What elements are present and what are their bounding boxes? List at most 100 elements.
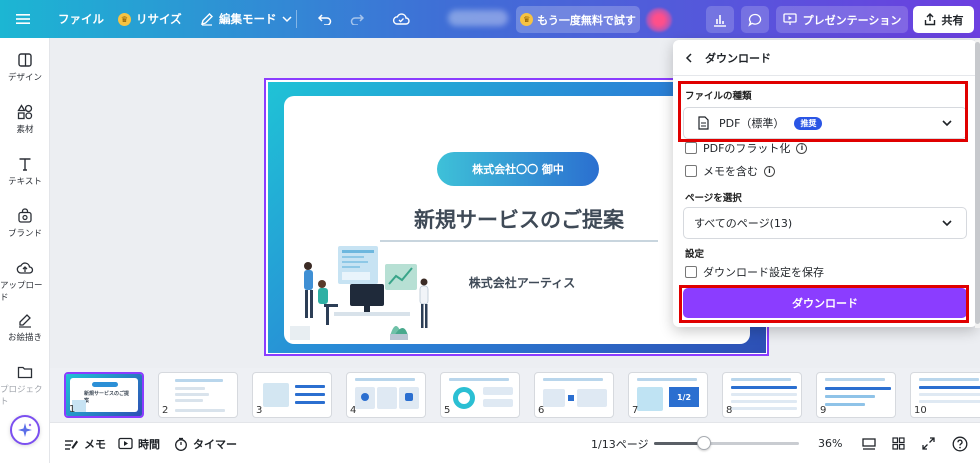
sidebar-item-elements[interactable]: 素材: [0, 104, 50, 135]
back-arrow-icon[interactable]: [685, 53, 693, 63]
sidebar-item-brand[interactable]: ブランド: [0, 208, 50, 239]
file-menu-label: ファイル: [58, 12, 104, 26]
include-notes-option[interactable]: メモを含む i: [685, 163, 775, 179]
text-icon: [19, 158, 31, 171]
page-counter[interactable]: 1/13ページ: [591, 423, 648, 463]
resize-label: リサイズ: [136, 12, 182, 26]
undo-button[interactable]: [318, 0, 332, 38]
page-number: 9: [820, 405, 827, 416]
toolbar-divider: [296, 10, 297, 28]
flatten-pdf-checkbox[interactable]: [685, 142, 697, 154]
page-thumbnail[interactable]: 4: [346, 372, 426, 418]
design-icon: [18, 53, 32, 67]
page-thumbnails: 新規サービスのご提案 1 2 3 4 5 6 1/2 7 8 9 10: [50, 368, 980, 422]
sidebar-item-upload[interactable]: アップロード: [0, 260, 50, 303]
page-number: 4: [350, 405, 357, 416]
cloud-save-icon[interactable]: [392, 0, 410, 38]
fullscreen-button[interactable]: [922, 423, 935, 463]
slide-presenter[interactable]: 株式会社アーティス: [442, 274, 602, 291]
page-thumbnail[interactable]: 3: [252, 372, 332, 418]
page-thumbnail[interactable]: 9: [816, 372, 896, 418]
page-view-button[interactable]: [862, 423, 876, 463]
insights-button[interactable]: [706, 6, 734, 33]
slide-company-label[interactable]: 株式会社〇〇 御中: [437, 152, 599, 186]
expand-icon: [922, 437, 935, 450]
help-icon: [952, 436, 968, 451]
crown-icon: ♛: [520, 13, 534, 26]
present-button[interactable]: プレゼンテーション: [776, 6, 908, 33]
select-pages-label: ページを選択: [685, 193, 742, 204]
sparkle-icon: [18, 423, 32, 437]
chevron-down-icon: [942, 119, 952, 126]
sidebar-item-text[interactable]: テキスト: [0, 156, 50, 187]
page-number: 7: [632, 405, 639, 416]
redo-button[interactable]: [350, 0, 364, 38]
sidebar-item-draw[interactable]: お絵描き: [0, 312, 50, 343]
avatar[interactable]: [646, 8, 672, 32]
comment-icon: [748, 13, 762, 27]
flatten-pdf-option[interactable]: PDFのフラット化 i: [685, 140, 808, 156]
sidebar-item-label: デザイン: [7, 73, 42, 83]
download-panel: ダウンロード ファイルの種類 PDF（標準） 推奨 PDFのフラット化 i メモ…: [673, 40, 977, 327]
pages-select[interactable]: すべてのページ(13): [683, 207, 967, 239]
sidebar-item-label: 素材: [16, 125, 34, 135]
draw-icon: [19, 314, 31, 328]
chevron-down-icon: [281, 16, 292, 23]
info-icon[interactable]: i: [796, 142, 808, 154]
recommended-badge: 推奨: [794, 116, 823, 130]
business-illustration[interactable]: [290, 246, 440, 341]
sidebar-item-label: アップロード: [0, 281, 43, 303]
sidebar-item-design[interactable]: デザイン: [0, 52, 50, 83]
notes-icon: [65, 439, 78, 450]
page-thumbnail[interactable]: 10: [910, 372, 980, 418]
notes-label: メモ: [84, 437, 106, 451]
brand-icon: [18, 208, 32, 223]
save-settings-checkbox[interactable]: [685, 266, 697, 278]
undo-icon: [318, 14, 332, 25]
page-thumbnail[interactable]: 8: [722, 372, 802, 418]
top-toolbar: ファイル ♛ リサイズ 編集モード ♛ もう一度無料で試す プレゼンテーション …: [0, 0, 980, 38]
page-thumbnail[interactable]: 1/2 7: [628, 372, 708, 418]
trial-button[interactable]: ♛ もう一度無料で試す: [516, 6, 640, 33]
grid-icon: [892, 437, 905, 450]
duration-button[interactable]: 時間: [118, 423, 160, 463]
document-icon: [698, 116, 709, 130]
panel-header: ダウンロード: [685, 50, 771, 66]
edit-mode-label: 編集モード: [219, 12, 277, 26]
present-label: プレゼンテーション: [802, 13, 902, 27]
page-thumbnail[interactable]: 5: [440, 372, 520, 418]
elements-icon: [17, 104, 33, 120]
include-notes-checkbox[interactable]: [685, 165, 697, 177]
menu-icon[interactable]: [16, 0, 30, 38]
timer-button[interactable]: タイマー: [174, 423, 237, 463]
page-thumbnail[interactable]: 2: [158, 372, 238, 418]
crown-icon: ♛: [118, 12, 131, 26]
page-view-icon: [862, 437, 876, 450]
comment-button[interactable]: [741, 6, 769, 33]
timer-icon: [175, 437, 187, 451]
sidebar-item-projects[interactable]: プロジェクト: [0, 364, 50, 407]
panel-divider: [673, 75, 977, 76]
zoom-level[interactable]: 36%: [818, 423, 842, 463]
grid-view-button[interactable]: [892, 423, 905, 463]
share-button[interactable]: 共有: [913, 6, 974, 33]
resize-button[interactable]: ♛ リサイズ: [118, 0, 182, 38]
file-menu[interactable]: ファイル: [58, 0, 104, 38]
page-number: 3: [256, 405, 263, 416]
info-icon[interactable]: i: [764, 165, 775, 177]
sidebar-item-label: ブランド: [7, 229, 42, 239]
page-number: 10: [914, 405, 927, 416]
magic-assistant-button[interactable]: [10, 415, 40, 445]
zoom-slider-handle[interactable]: [697, 436, 711, 450]
panel-scrollbar[interactable]: [975, 42, 980, 324]
save-settings-option[interactable]: ダウンロード設定を保存: [685, 264, 824, 280]
page-thumbnail[interactable]: 新規サービスのご提案 1: [64, 372, 144, 418]
file-type-select[interactable]: PDF（標準） 推奨: [683, 107, 967, 139]
edit-mode-dropdown[interactable]: 編集モード: [200, 0, 292, 38]
help-button[interactable]: [952, 423, 968, 463]
page-thumbnail[interactable]: 6: [534, 372, 614, 418]
download-button[interactable]: ダウンロード: [683, 288, 967, 318]
slide-title[interactable]: 新規サービスのご提案: [389, 204, 649, 234]
notes-button[interactable]: メモ: [64, 423, 106, 463]
redo-icon: [350, 14, 364, 25]
